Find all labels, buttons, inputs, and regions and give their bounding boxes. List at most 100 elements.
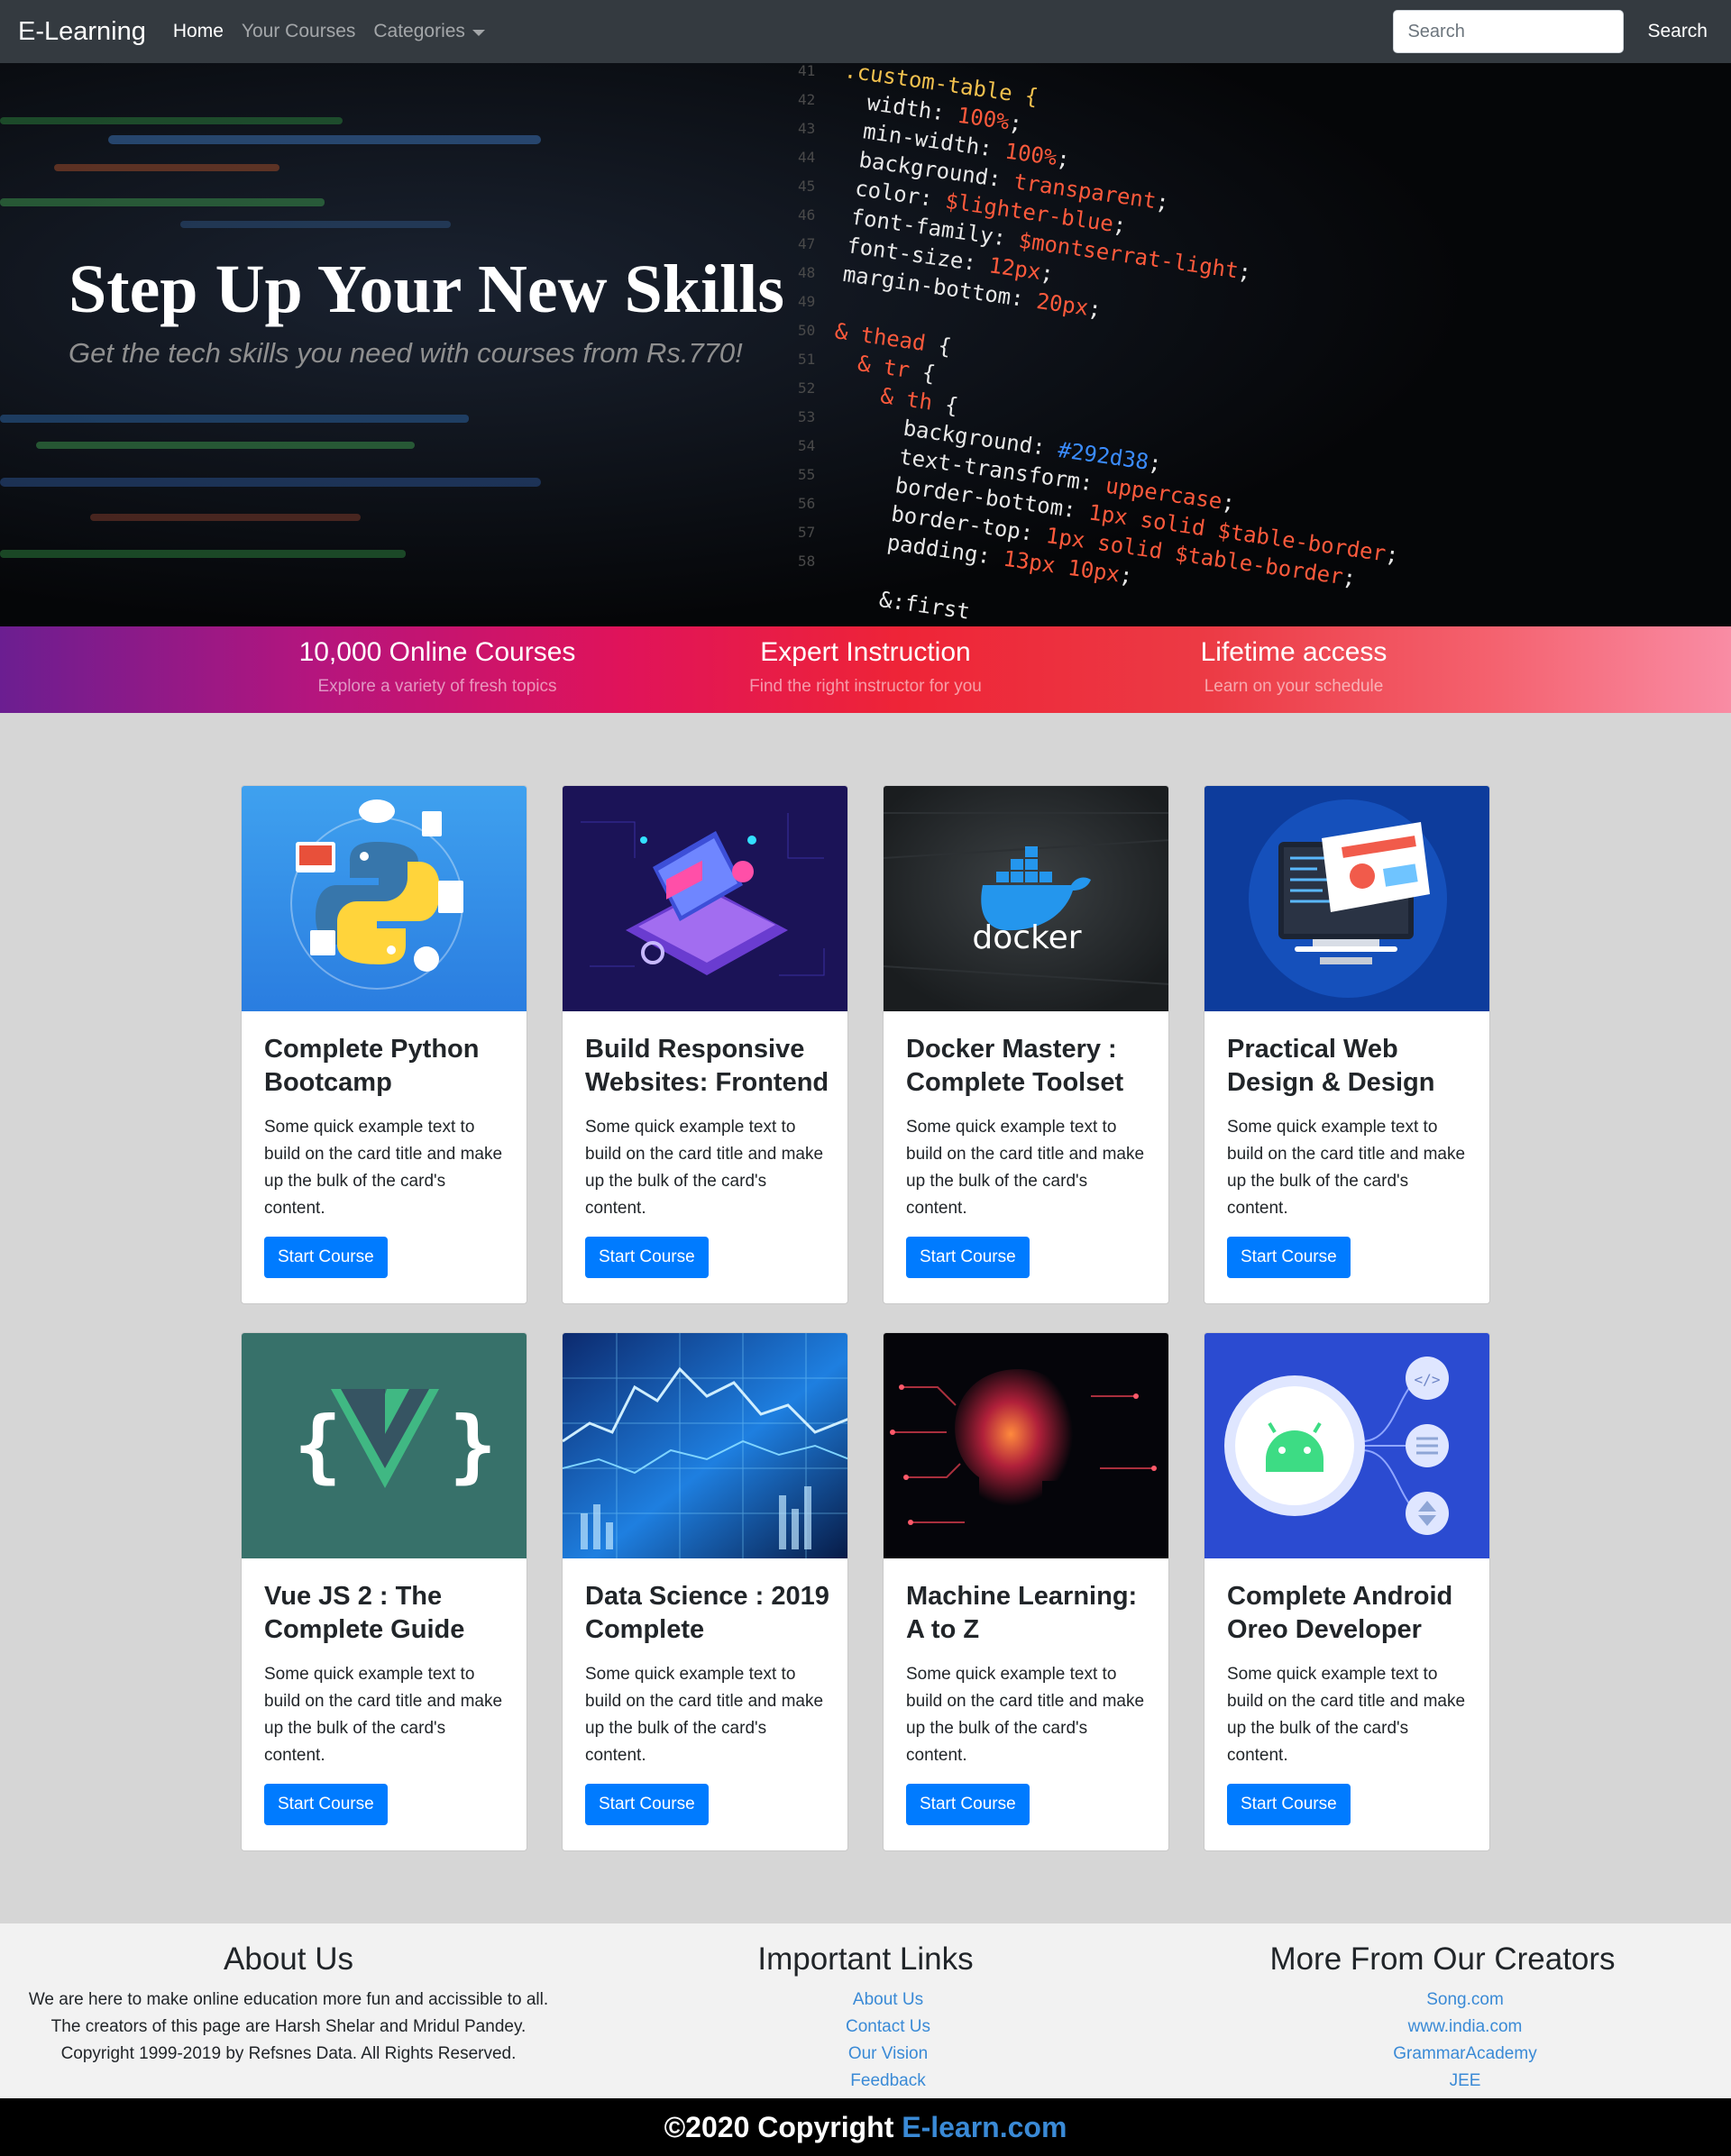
svg-text:{: {	[294, 1399, 342, 1492]
footer-link-india[interactable]: www.india.com	[1298, 2014, 1632, 2041]
footer-link-about-us[interactable]: About Us	[730, 1987, 1046, 2014]
nav-link-categories: Categories	[373, 21, 465, 41]
course-card-python: Complete Python Bootcamp Some quick exam…	[241, 785, 527, 1304]
footer-more-from-creators: More From Our Creators Song.com www.indi…	[1253, 1923, 1632, 2095]
card-title: Machine Learning: A to Z	[906, 1582, 1138, 1644]
svg-text:45: 45	[798, 178, 815, 195]
course-card-machine-learning: Machine Learning: A to Z Some quick exam…	[883, 1332, 1169, 1851]
svg-text:}: }	[449, 1399, 497, 1492]
footer-link-feedback[interactable]: Feedback	[730, 2068, 1046, 2095]
footer-creators-heading: More From Our Creators	[1269, 1941, 1616, 1977]
course-card-web-design: Practical Web Design & Design Some quick…	[1204, 785, 1490, 1304]
card-text: Some quick example text to build on the …	[906, 1665, 1145, 1765]
start-course-button[interactable]: Start Course	[264, 1784, 388, 1825]
svg-text:58: 58	[798, 553, 815, 570]
svg-text:51: 51	[798, 351, 815, 368]
footer-link-grammar-academy[interactable]: GrammarAcademy	[1298, 2041, 1632, 2068]
svg-text:47: 47	[798, 235, 815, 252]
nav-link-your-courses[interactable]: Your Courses	[242, 21, 355, 42]
footer-links-heading: Important Links	[757, 1941, 974, 1977]
start-course-button[interactable]: Start Course	[1227, 1237, 1351, 1278]
card-text: Some quick example text to build on the …	[585, 1665, 824, 1765]
course-card-docker: docker Docker Mastery : Complete Toolset…	[883, 785, 1169, 1304]
navbar: E-Learning Home Your Courses Categories …	[0, 0, 1731, 63]
start-course-button[interactable]: Start Course	[585, 1784, 709, 1825]
feature-subtitle: Explore a variety of fresh topics	[317, 677, 557, 696]
card-text: Some quick example text to build on the …	[264, 1118, 503, 1218]
feature-lifetime-access: Lifetime access Learn on your schedule	[1104, 637, 1483, 697]
copyright-bar: ©2020 Copyright E-learn.com	[0, 2098, 1731, 2156]
docker-icon: docker	[884, 786, 1168, 1011]
card-title: Data Science : 2019 Complete	[585, 1582, 829, 1644]
ai-head-icon	[884, 1333, 1168, 1558]
nav-link-home[interactable]: Home	[173, 21, 224, 42]
svg-text:48: 48	[798, 264, 815, 281]
footer-link-our-vision[interactable]: Our Vision	[730, 2041, 1046, 2068]
svg-text:43: 43	[798, 120, 815, 137]
monitor-icon	[1204, 786, 1489, 1011]
footer-link-contact-us[interactable]: Contact Us	[730, 2014, 1046, 2041]
chevron-down-icon	[472, 30, 485, 37]
svg-text:53: 53	[798, 408, 815, 425]
feature-title: Expert Instruction	[760, 637, 971, 667]
footer-link-song[interactable]: Song.com	[1298, 1987, 1632, 2014]
feature-subtitle: Find the right instructor for you	[749, 677, 982, 696]
svg-text:42: 42	[798, 91, 815, 108]
start-course-button[interactable]: Start Course	[906, 1237, 1030, 1278]
nav-links: Home Your Courses Categories	[173, 21, 485, 42]
hero-subtitle: Get the tech skills you need with course…	[69, 337, 743, 369]
start-course-button[interactable]: Start Course	[264, 1237, 388, 1278]
docker-logo-text: docker	[972, 919, 1081, 956]
footer-creators-list: Song.com www.india.com GrammarAcademy JE…	[1298, 1987, 1632, 2095]
svg-text:46: 46	[798, 206, 815, 224]
start-course-button[interactable]: Start Course	[906, 1784, 1030, 1825]
feature-instruction: Expert Instruction Find the right instru…	[676, 637, 1055, 697]
svg-text:</>: </>	[1415, 1371, 1441, 1388]
course-card-responsive-websites: Build Responsive Websites: Frontend Some…	[562, 785, 848, 1304]
vue-icon: { }	[242, 1333, 527, 1558]
card-title: Vue JS 2 : The Complete Guide	[264, 1582, 465, 1644]
nav-dropdown-categories[interactable]: Categories	[373, 21, 485, 42]
start-course-button[interactable]: Start Course	[585, 1237, 709, 1278]
footer-about-text: We are here to make online education mor…	[28, 1990, 549, 2063]
start-course-button[interactable]: Start Course	[1227, 1784, 1351, 1825]
svg-text:54: 54	[798, 437, 815, 454]
card-title: Complete Android Oreo Developer	[1227, 1582, 1453, 1644]
course-card-android: </> Complete Android Oreo Developer Some…	[1204, 1332, 1490, 1851]
footer-about: About Us We are here to make online educ…	[27, 1923, 550, 2068]
footer-important-links: Important Links About Us Contact Us Our …	[685, 1923, 1046, 2095]
card-title: Practical Web Design & Design	[1227, 1035, 1435, 1097]
svg-text:55: 55	[798, 466, 815, 483]
card-text: Some quick example text to build on the …	[264, 1665, 503, 1765]
svg-text:49: 49	[798, 293, 815, 310]
svg-text:56: 56	[798, 495, 815, 512]
feature-title: Lifetime access	[1200, 637, 1388, 667]
footer-about-heading: About Us	[224, 1941, 353, 1977]
card-title: Docker Mastery : Complete Toolset	[906, 1035, 1124, 1097]
svg-text:52: 52	[798, 379, 815, 397]
footer-link-jee[interactable]: JEE	[1298, 2068, 1632, 2095]
course-card-data-science: Data Science : 2019 Complete Some quick …	[562, 1332, 848, 1851]
feature-subtitle: Learn on your schedule	[1204, 677, 1384, 696]
svg-text:50: 50	[798, 322, 815, 339]
search-button[interactable]: Search	[1647, 21, 1713, 42]
copyright-site-link[interactable]: E-learn.com	[902, 2111, 1067, 2143]
copyright-text: ©2020 Copyright	[664, 2111, 894, 2143]
data-chart-icon	[563, 1333, 847, 1558]
feature-courses: 10,000 Online Courses Explore a variety …	[248, 637, 627, 697]
isometric-laptop-icon	[563, 786, 847, 1011]
card-text: Some quick example text to build on the …	[906, 1118, 1145, 1218]
card-text: Some quick example text to build on the …	[1227, 1665, 1466, 1765]
card-text: Some quick example text to build on the …	[585, 1118, 824, 1218]
card-text: Some quick example text to build on the …	[1227, 1118, 1466, 1218]
nav-search-form: Search	[1393, 10, 1713, 53]
feature-title: 10,000 Online Courses	[298, 637, 576, 667]
footer: About Us We are here to make online educ…	[0, 1923, 1731, 2098]
course-card-vue: { } Vue JS 2 : The Complete Guide Some q…	[241, 1332, 527, 1851]
hero-title: Step Up Your New Skills	[69, 251, 784, 327]
android-icon: </>	[1204, 1333, 1489, 1558]
svg-text:41: 41	[798, 63, 815, 79]
search-input[interactable]	[1393, 10, 1625, 53]
features-strip: 10,000 Online Courses Explore a variety …	[0, 626, 1731, 713]
brand-logo[interactable]: E-Learning	[18, 17, 146, 47]
